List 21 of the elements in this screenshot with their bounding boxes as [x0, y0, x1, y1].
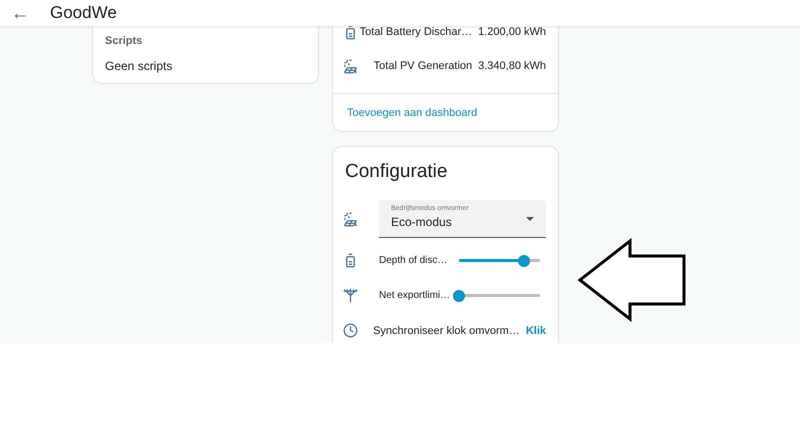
sensor-label: Total Battery Dischar…	[360, 26, 472, 38]
slider-label: Depth of disc…	[379, 255, 448, 266]
solar-panel-icon	[343, 212, 358, 226]
sensor-value: 1.200,00 kWh	[478, 26, 546, 38]
battery-icon	[343, 26, 358, 40]
slider-label: Net exportlimi…	[379, 290, 452, 301]
row-label: Synchroniseer klok omvorm…	[373, 324, 520, 336]
caret-icon	[526, 217, 534, 221]
utility-pole-icon	[343, 288, 358, 303]
clock-icon	[343, 323, 358, 338]
empty-text: Geen scripts	[105, 59, 174, 73]
battery-icon	[343, 253, 358, 268]
card-heading: Scripts	[105, 35, 144, 47]
sensor-label: Total PV Generation	[374, 60, 472, 72]
slider-thumb[interactable]	[518, 254, 530, 266]
back-button[interactable]: ←	[4, 4, 36, 22]
page-title: GoodWe	[50, 3, 117, 23]
solar-panel-icon	[343, 58, 358, 74]
slider-thumb[interactable]	[453, 290, 465, 302]
card-title: Configuratie	[344, 161, 448, 184]
sensor-value: 3.340,80 kWh	[478, 60, 546, 72]
